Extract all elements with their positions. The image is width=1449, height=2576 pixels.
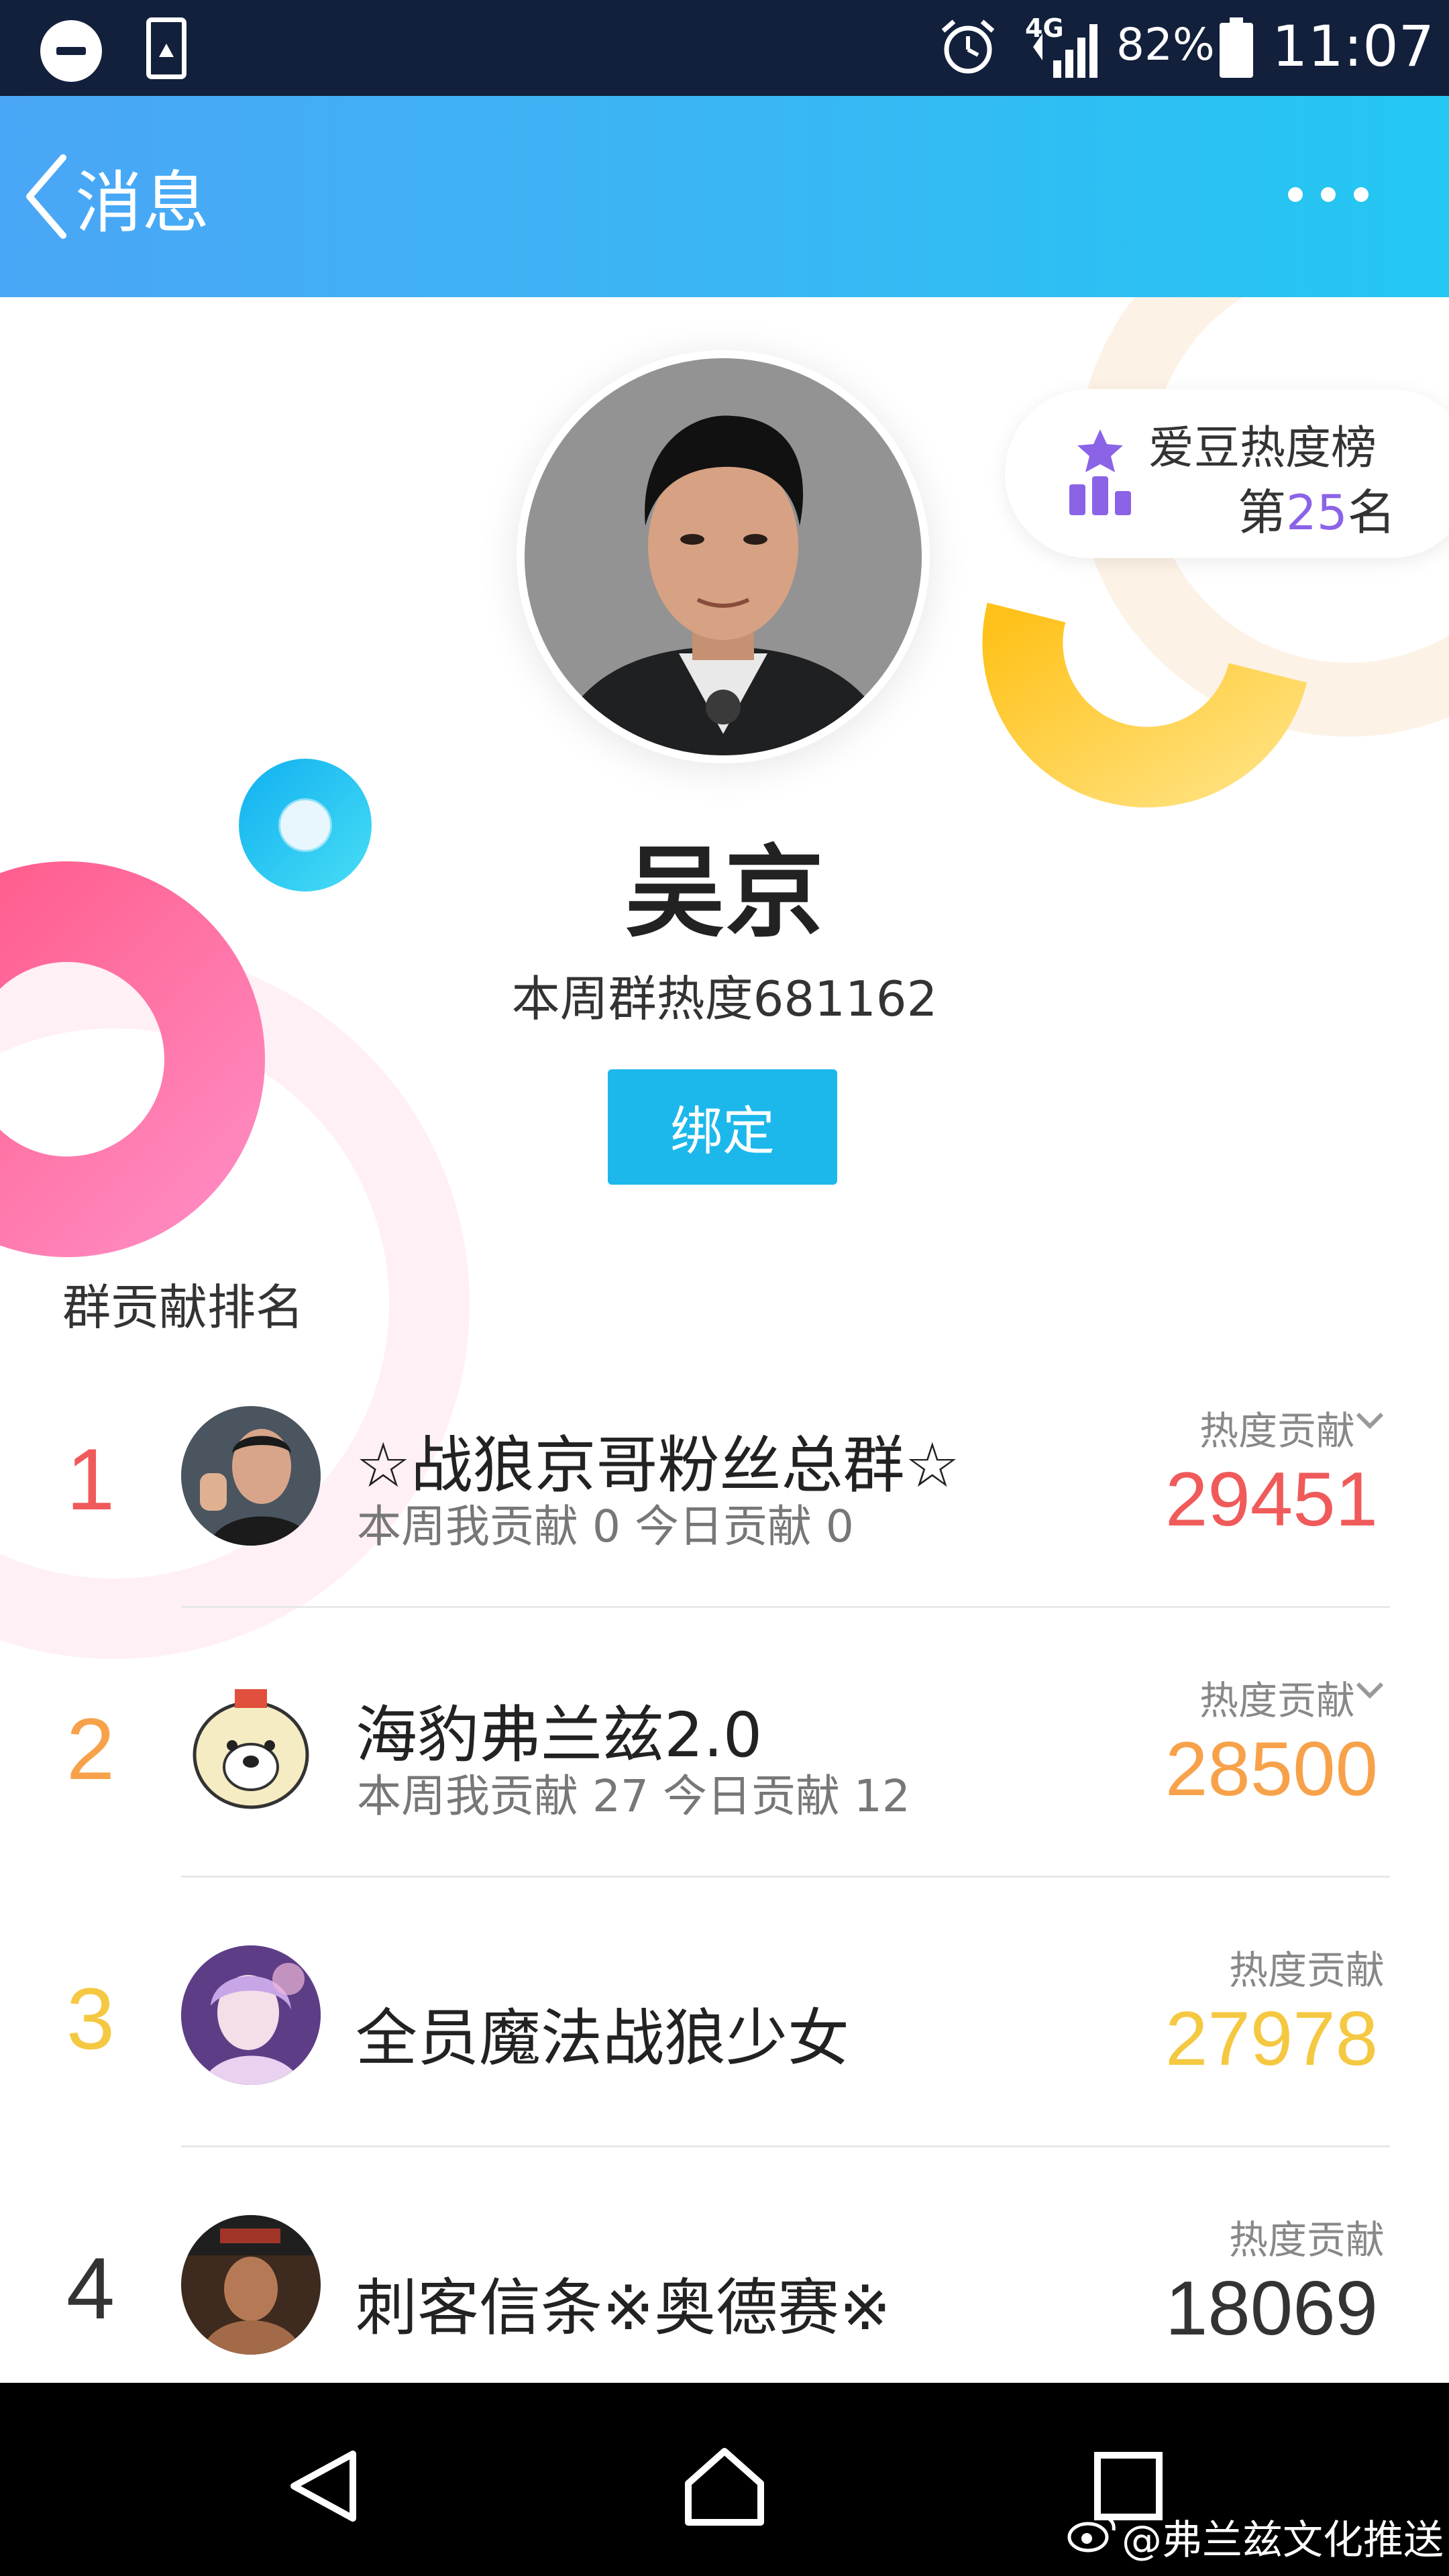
dnd-icon <box>40 20 102 82</box>
weekly-group-heat: 本周群热度681162 <box>511 971 938 1027</box>
weibo-icon <box>1067 2515 1116 2553</box>
heat-label: 热度贡献 <box>1228 2217 1385 2263</box>
back-label: 消息 <box>75 163 209 242</box>
idol-avatar[interactable] <box>525 358 922 755</box>
alarm-icon <box>941 19 995 74</box>
heat-value: 29451 <box>1165 1457 1378 1542</box>
divider <box>181 1876 1390 1878</box>
heat-label: 热度贡献 <box>1199 1408 1355 1454</box>
ranking-row[interactable]: 1 ☆战狼京哥粉丝总群☆ 本周我贡献 0 今日贡献 0 热度贡献 29451 <box>0 1375 1449 1644</box>
heat-value: 27978 <box>1165 1996 1378 2082</box>
chevron-down-icon[interactable] <box>1355 1410 1385 1430</box>
more-icon[interactable] <box>1288 174 1368 215</box>
back-button[interactable]: 消息 <box>20 146 235 247</box>
group-avatar <box>181 1945 321 2085</box>
clock: 11:07 <box>1272 13 1435 79</box>
signal-icon <box>1033 24 1097 78</box>
watermark: @弗兰兹文化推送 <box>1122 2517 1444 2564</box>
group-avatar <box>181 1676 321 1815</box>
divider <box>181 1606 1390 1608</box>
heat-label: 热度贡献 <box>1199 1678 1355 1723</box>
back-chevron-icon <box>26 154 66 239</box>
group-avatar <box>181 2215 321 2355</box>
divider <box>181 2145 1390 2147</box>
heat-value: 28500 <box>1165 1727 1378 1812</box>
image-icon <box>146 17 186 79</box>
group-name: 全员魔法战狼少女 <box>356 2002 850 2074</box>
battery-percent: 82% <box>1116 19 1215 70</box>
group-avatar <box>181 1406 321 1546</box>
idol-rank-position: 第25名 <box>1238 484 1396 541</box>
idol-rank-title: 爱豆热度榜 <box>1148 422 1377 475</box>
heat-label: 热度贡献 <box>1228 1947 1385 1993</box>
bind-button[interactable]: 绑定 <box>608 1069 837 1185</box>
chevron-down-icon[interactable] <box>1355 1680 1385 1700</box>
ranking-row[interactable]: 3 全员魔法战狼少女 热度贡献 27978 <box>0 1915 1449 2183</box>
group-contribution: 本周我贡献 27 今日贡献 12 <box>357 1770 910 1822</box>
rank-number: 1 <box>66 1430 115 1528</box>
ranking-row[interactable]: 2 海豹弗兰兹2.0 本周我贡献 27 今日贡献 12 热度贡献 28500 <box>0 1645 1449 1913</box>
nav-back-icon[interactable] <box>287 2449 361 2524</box>
rank-number: 4 <box>66 2239 115 2337</box>
group-name: 刺客信条※奥德赛※ <box>356 2272 892 2344</box>
section-title: 群贡献排名 <box>62 1279 305 1336</box>
podium-star-icon <box>1069 429 1131 515</box>
battery-icon <box>1220 17 1253 78</box>
group-contribution: 本周我贡献 0 今日贡献 0 <box>357 1501 854 1552</box>
heat-value: 18069 <box>1165 2266 1378 2351</box>
rank-number: 3 <box>66 1970 115 2068</box>
rank-number: 2 <box>66 1700 115 1798</box>
idol-name: 吴京 <box>625 835 824 951</box>
nav-home-icon[interactable] <box>683 2446 766 2526</box>
status-bar: 4G 82% 11:07 <box>0 0 1449 96</box>
